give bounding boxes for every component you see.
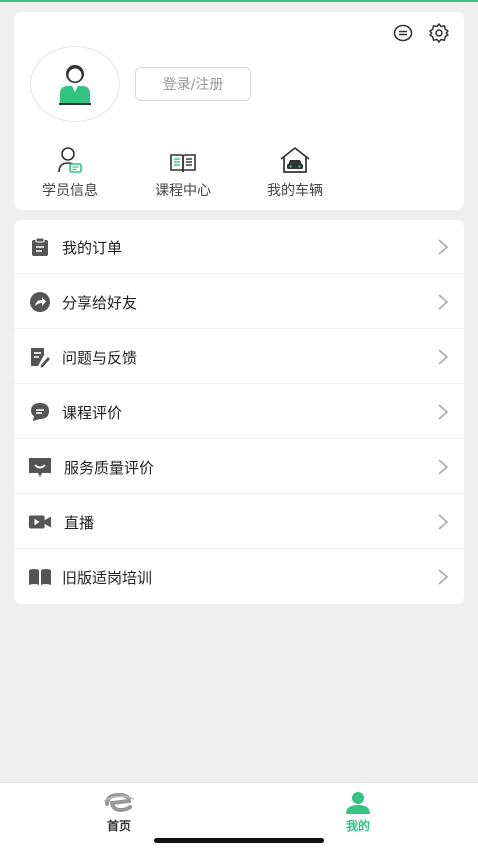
menu-item-live[interactable]: 直播	[14, 495, 464, 549]
menu-item-legacy-training[interactable]: 旧版适岗培训	[14, 550, 464, 604]
divider	[14, 328, 464, 329]
menu-item-course-review[interactable]: 课程评价	[14, 385, 464, 439]
quick-link-label: 课程中心	[155, 183, 211, 199]
home-indicator	[154, 838, 324, 843]
avatar[interactable]	[30, 46, 120, 122]
divider	[14, 273, 464, 274]
chevron-right-icon	[438, 404, 449, 420]
settings-icon[interactable]	[428, 22, 450, 44]
chevron-right-icon	[438, 294, 449, 310]
menu-list: 我的订单 分享给好友 问题与反馈 课程评价 服务质量评价 直播 旧版适岗培训	[14, 220, 464, 604]
video-icon	[28, 510, 52, 534]
open-book-icon	[28, 565, 52, 589]
quick-link-course-center[interactable]: 课程中心	[133, 146, 233, 200]
menu-item-feedback[interactable]: 问题与反馈	[14, 330, 464, 384]
chevron-right-icon	[438, 239, 449, 255]
menu-item-label: 服务质量评价	[64, 458, 155, 477]
divider	[14, 383, 464, 384]
clipboard-icon	[28, 235, 52, 259]
share-icon	[28, 290, 52, 314]
profile-card: 登录/注册 学员信息 课程中心 我的车辆	[14, 12, 464, 210]
home-e-logo-icon	[103, 792, 135, 813]
menu-item-my-orders[interactable]: 我的订单	[14, 220, 464, 274]
chevron-right-icon	[438, 459, 449, 475]
tab-label: 我的	[345, 819, 370, 833]
divider	[14, 438, 464, 439]
menu-item-label: 分享给好友	[62, 293, 138, 312]
quick-link-label: 我的车辆	[267, 183, 323, 199]
header-actions	[392, 22, 450, 44]
quick-link-label: 学员信息	[42, 183, 98, 199]
feedback-icon	[28, 345, 52, 369]
rating-icon	[28, 455, 52, 479]
tab-home[interactable]: 首页	[74, 791, 164, 834]
student-info-icon	[57, 146, 83, 174]
menu-item-service-rating[interactable]: 服务质量评价	[14, 440, 464, 494]
menu-item-label: 旧版适岗培训	[62, 568, 153, 587]
book-icon	[169, 146, 197, 174]
quick-link-student-info[interactable]: 学员信息	[20, 146, 120, 200]
tab-label: 首页	[106, 819, 131, 833]
car-garage-icon	[279, 146, 311, 174]
menu-item-label: 问题与反馈	[62, 348, 138, 367]
message-icon[interactable]	[392, 22, 414, 44]
quick-link-my-vehicle[interactable]: 我的车辆	[245, 146, 345, 200]
comment-icon	[28, 400, 52, 424]
user-avatar-icon	[59, 65, 91, 105]
menu-item-share[interactable]: 分享给好友	[14, 275, 464, 329]
menu-item-label: 我的订单	[62, 238, 123, 257]
user-icon	[346, 792, 370, 814]
login-register-button[interactable]: 登录/注册	[135, 67, 251, 101]
chevron-right-icon	[438, 349, 449, 365]
tab-mine[interactable]: 我的	[313, 791, 403, 834]
chevron-right-icon	[438, 569, 449, 585]
status-accent-line	[0, 0, 478, 2]
menu-item-label: 直播	[64, 513, 95, 532]
chevron-right-icon	[438, 514, 449, 530]
divider	[14, 548, 464, 549]
menu-item-label: 课程评价	[62, 403, 123, 422]
quick-links: 学员信息 课程中心 我的车辆	[14, 146, 464, 200]
divider	[14, 493, 464, 494]
